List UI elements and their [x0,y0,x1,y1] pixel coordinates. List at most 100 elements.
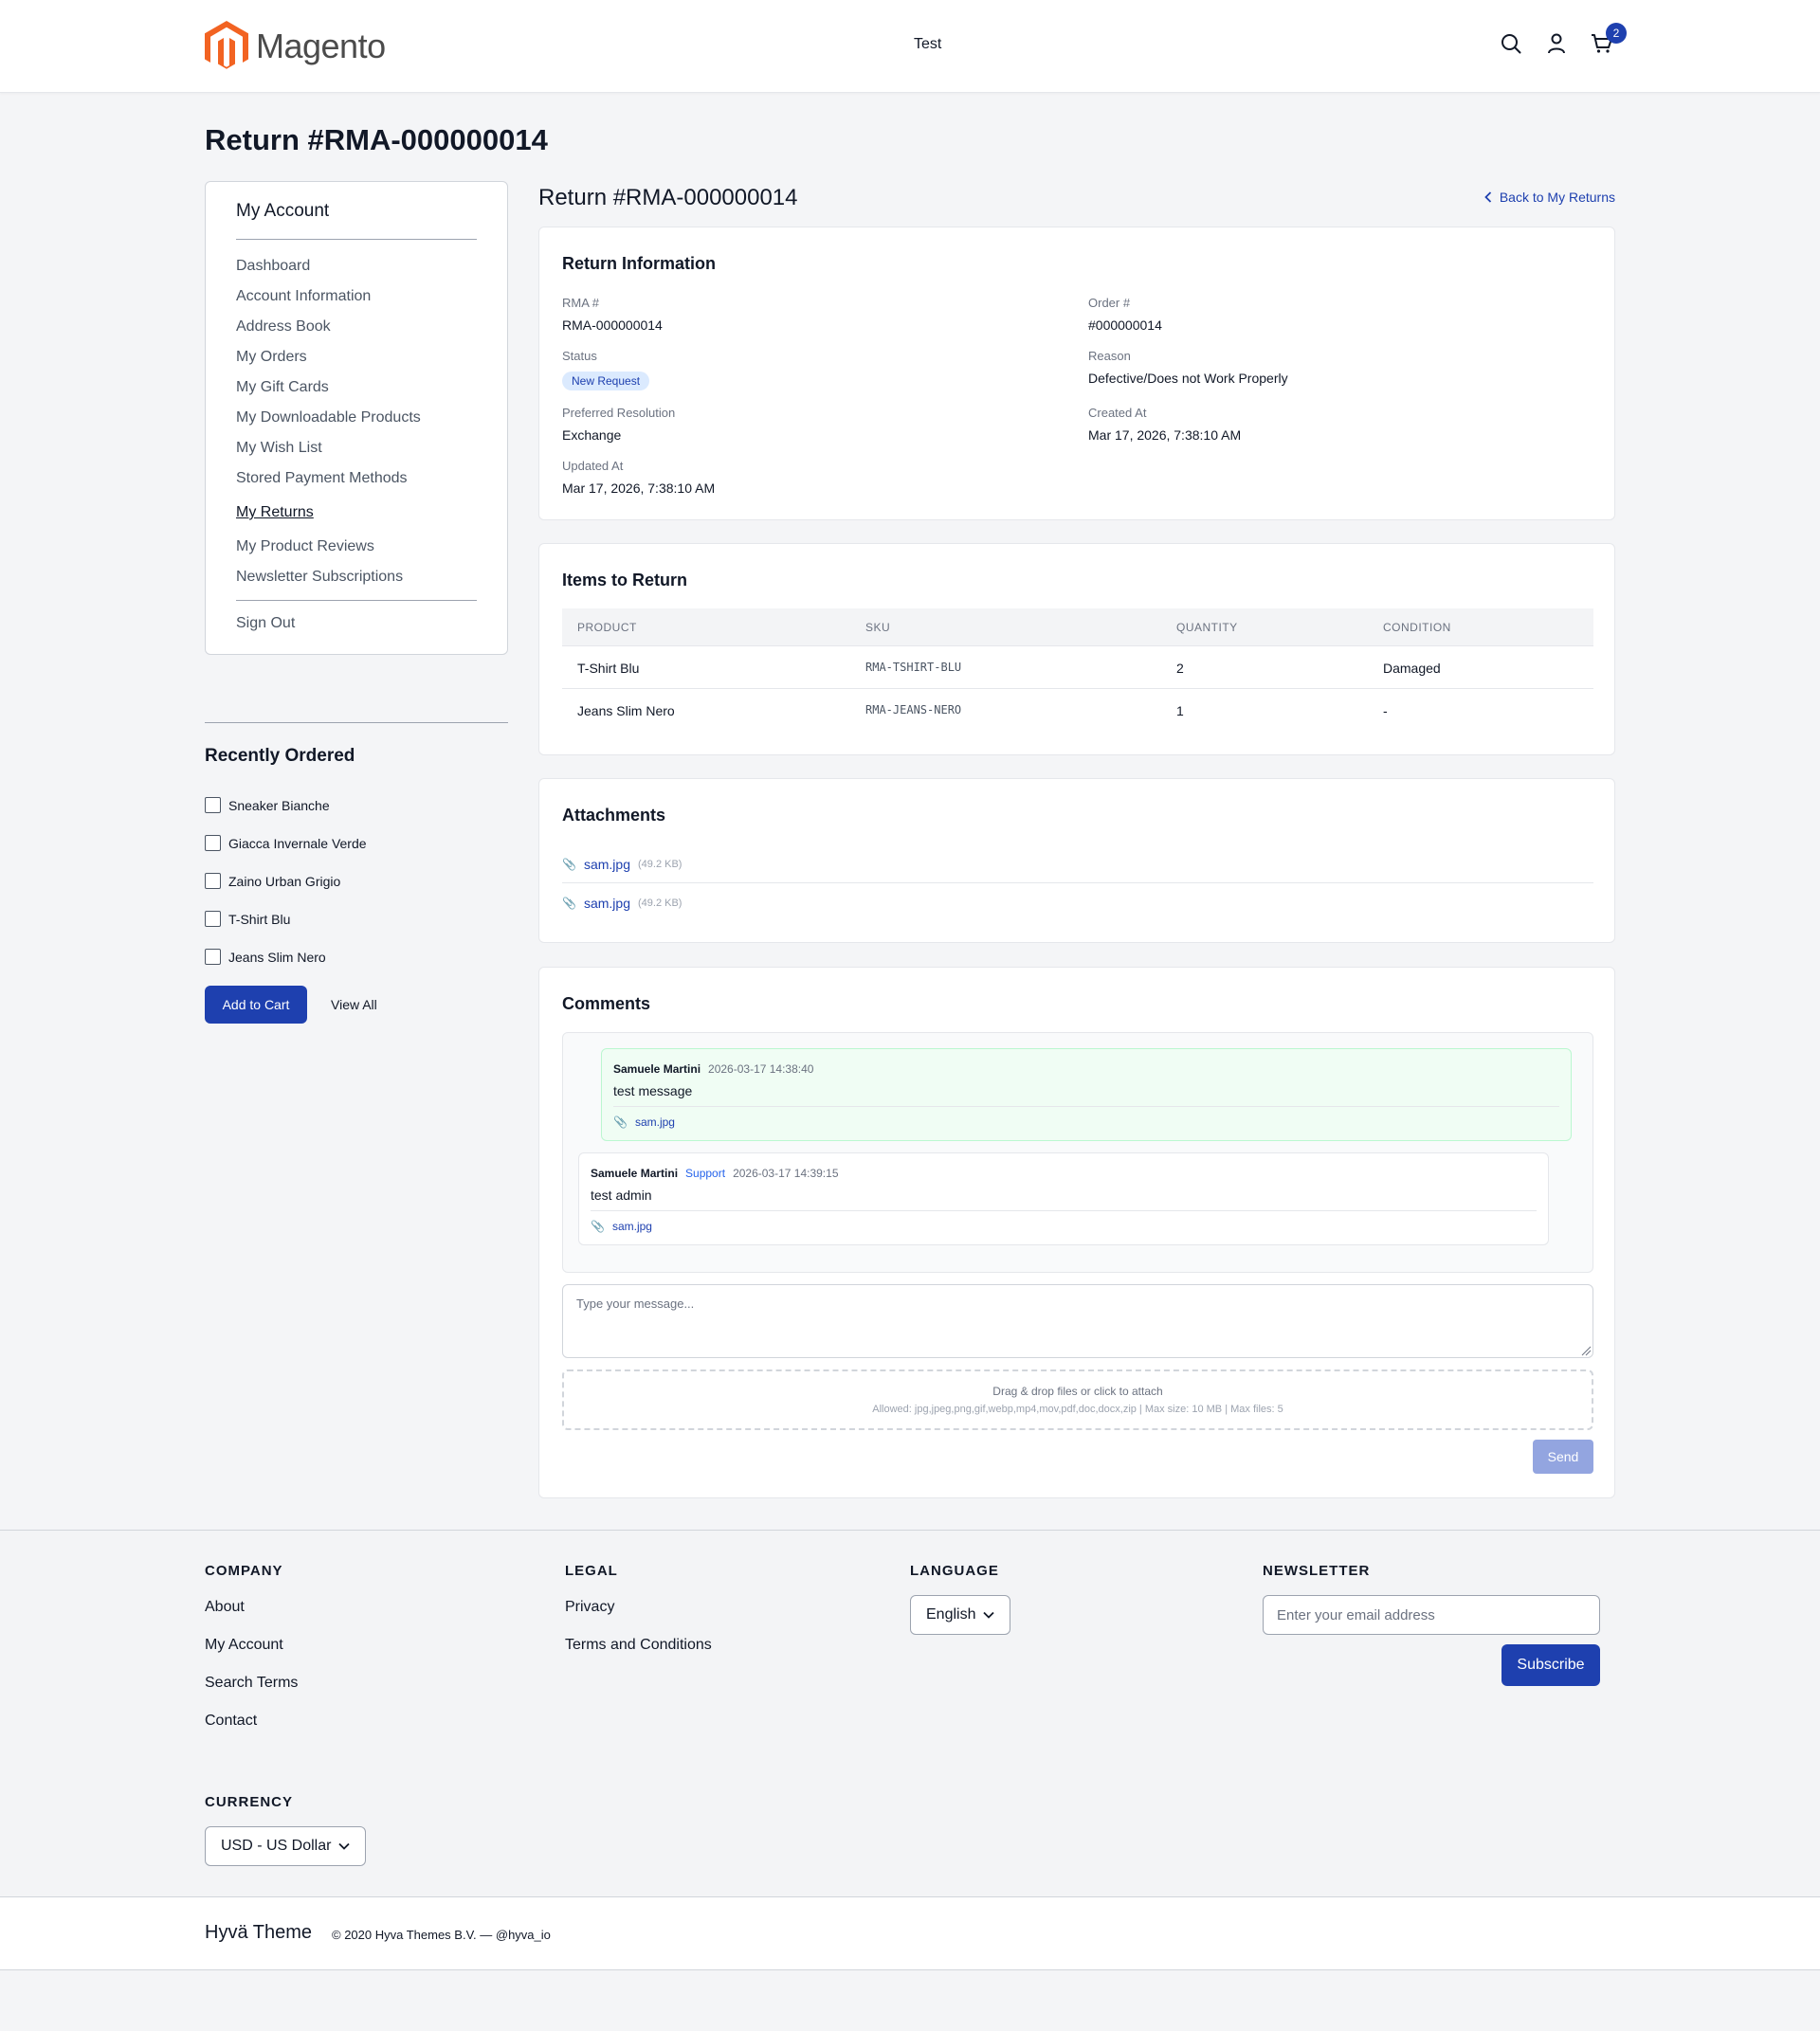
product-cell: Jeans Slim Nero [577,703,675,718]
sku-cell: RMA-JEANS-NERO [865,703,962,716]
attachments-card: Attachments 📎 sam.jpg (49.2 KB) 📎 sam.jp… [538,778,1615,943]
recent-item[interactable]: Giacca Invernale Verde [205,835,367,851]
footer-link-privacy[interactable]: Privacy [565,1599,614,1616]
recent-item[interactable]: Zaino Urban Grigio [205,873,340,889]
column-header: QUANTITY [1176,621,1238,634]
column-header: CONDITION [1383,621,1451,634]
recent-item-checkbox[interactable] [205,873,221,889]
recent-item-label[interactable]: Sneaker Bianche [228,798,330,813]
user-icon[interactable] [1543,30,1570,57]
items-to-return-card: Items to Return PRODUCT SKU QUANTITY CON… [538,543,1615,755]
message-input[interactable] [562,1284,1593,1358]
subscribe-button[interactable]: Subscribe [1502,1644,1600,1686]
created-label: Created At [1088,406,1147,420]
product-cell: T-Shirt Blu [577,661,640,676]
recent-item-label[interactable]: Jeans Slim Nero [228,950,326,965]
table-row: T-Shirt Blu RMA-TSHIRT-BLU 2 Damaged [562,646,1593,689]
updated-label: Updated At [562,459,624,473]
attachment-size: (49.2 KB) [637,898,682,909]
search-icon[interactable] [1498,30,1524,57]
footer-link-about[interactable]: About [205,1599,245,1616]
cart-icon[interactable]: 2 [1589,23,1627,57]
footer-link-search-terms[interactable]: Search Terms [205,1675,298,1692]
footer-link-terms[interactable]: Terms and Conditions [565,1637,712,1654]
attachment-link[interactable]: sam.jpg [584,857,630,872]
dropzone-label: Drag & drop files or click to attach [992,1385,1163,1398]
add-to-cart-button[interactable]: Add to Cart [205,986,307,1024]
card-title: Comments [562,994,651,1013]
recent-item[interactable]: Jeans Slim Nero [205,949,326,965]
recent-item-checkbox[interactable] [205,911,221,927]
chevron-down-icon [338,1842,351,1850]
comment-attachment-link[interactable]: sam.jpg [635,1115,675,1129]
sidebar-item-product-reviews[interactable]: My Product Reviews [236,538,374,555]
recent-item-label[interactable]: Zaino Urban Grigio [228,874,340,889]
sign-out-link[interactable]: Sign Out [236,615,295,632]
sidebar-item-account-information[interactable]: Account Information [236,288,371,305]
back-link-label[interactable]: Back to My Returns [1500,190,1615,205]
comment-author: Samuele Martini [591,1167,679,1180]
logo-text: Magento [256,27,386,65]
attachment-row: 📎 sam.jpg (49.2 KB) [562,845,1593,883]
newsletter-email-input[interactable] [1263,1595,1600,1635]
account-sidebar: My Account Dashboard Account Information… [205,181,508,655]
comment-attachment-link[interactable]: sam.jpg [612,1220,652,1233]
divider [236,239,477,240]
footer-link-contact[interactable]: Contact [205,1713,257,1730]
sidebar-item-downloadable-products[interactable]: My Downloadable Products [236,409,421,426]
return-information-card: Return Information RMA # RMA-000000014 O… [538,227,1615,520]
resize-handle-icon[interactable] [1580,1345,1592,1356]
footer-heading-company: COMPANY [205,1563,283,1579]
recent-item-checkbox[interactable] [205,797,221,813]
sidebar-item-gift-cards[interactable]: My Gift Cards [236,379,329,396]
recent-item[interactable]: Sneaker Bianche [205,797,330,813]
sidebar-item-my-returns[interactable]: My Returns [236,504,314,521]
magento-logo[interactable]: Magento [205,21,386,72]
footer-link-my-account[interactable]: My Account [205,1637,283,1654]
order-value: #000000014 [1088,317,1162,333]
language-value: English [926,1606,976,1623]
magento-logo-icon [205,21,248,69]
created-value: Mar 17, 2026, 7:38:10 AM [1088,427,1242,443]
recent-item-label[interactable]: Giacca Invernale Verde [228,836,367,851]
send-button[interactable]: Send [1533,1440,1593,1474]
sidebar-item-newsletter-subscriptions[interactable]: Newsletter Subscriptions [236,569,403,586]
bottom-bar: Hyvä Theme © 2020 Hyva Themes B.V. — @hy… [0,1896,1820,1970]
comment-time: 2026-03-17 14:38:40 [708,1062,814,1076]
store-name[interactable]: Test [914,36,941,53]
view-all-link[interactable]: View All [331,997,377,1012]
recent-item-checkbox[interactable] [205,835,221,851]
sku-cell: RMA-TSHIRT-BLU [865,661,962,674]
language-select[interactable]: English [910,1595,1011,1635]
sidebar-item-wish-list[interactable]: My Wish List [236,440,322,457]
comments-card: Comments Samuele Martini 2026-03-17 14:3… [538,967,1615,1498]
sidebar-item-my-orders[interactable]: My Orders [236,349,307,366]
back-to-returns-link[interactable]: Back to My Returns [1484,190,1615,205]
quantity-cell: 2 [1176,661,1184,676]
sidebar-item-stored-payment-methods[interactable]: Stored Payment Methods [236,470,408,487]
sidebar-item-dashboard[interactable]: Dashboard [236,258,310,275]
paperclip-icon: 📎 [591,1220,605,1233]
status-badge: New Request [562,372,650,390]
rma-value: RMA-000000014 [562,317,663,333]
recent-item-label[interactable]: T-Shirt Blu [228,912,290,927]
comments-thread[interactable]: Samuele Martini 2026-03-17 14:38:40 test… [562,1032,1593,1273]
comment-role-badge: Support [685,1167,726,1180]
column-header: SKU [865,621,891,634]
currency-select[interactable]: USD - US Dollar [205,1826,367,1866]
divider [205,722,508,723]
chevron-left-icon [1484,191,1491,203]
recent-item[interactable]: T-Shirt Blu [205,911,290,927]
updated-value: Mar 17, 2026, 7:38:10 AM [562,481,716,496]
comment-message: Samuele Martini 2026-03-17 14:38:40 test… [601,1048,1572,1141]
sidebar-item-address-book[interactable]: Address Book [236,318,331,335]
recent-item-checkbox[interactable] [205,949,221,965]
attachment-link[interactable]: sam.jpg [584,896,630,911]
file-dropzone[interactable]: Drag & drop files or click to attach All… [562,1369,1593,1430]
cart-count-badge: 2 [1606,23,1627,44]
attachment-row: 📎 sam.jpg (49.2 KB) [562,884,1593,922]
reason-value: Defective/Does not Work Properly [1088,371,1288,386]
card-title: Items to Return [562,571,688,589]
condition-cell: Damaged [1383,661,1441,676]
sidebar-title: My Account [236,201,330,221]
